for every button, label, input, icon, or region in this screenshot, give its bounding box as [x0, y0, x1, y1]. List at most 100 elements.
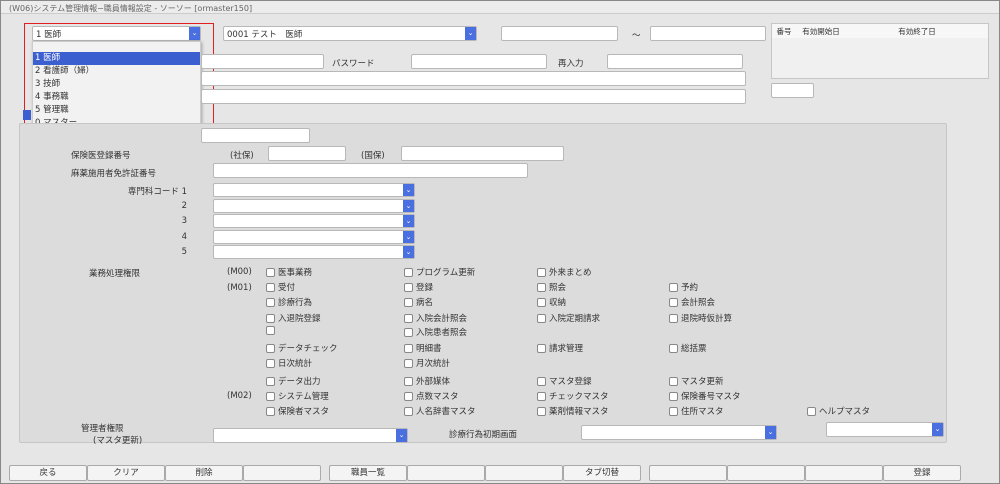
password-label: パスワード — [332, 59, 375, 69]
permission-checkbox[interactable]: 診療行為 — [266, 296, 312, 308]
window-title: (W06)システム管理情報−職員情報設定 - ソーソー [ormaster150… — [1, 1, 999, 14]
checkbox-box — [537, 297, 546, 307]
permission-checkbox[interactable]: 月次統計 — [404, 357, 450, 369]
number-input[interactable] — [771, 83, 814, 98]
checkbox-box — [404, 376, 413, 386]
permission-checkbox[interactable]: 外来まとめ — [537, 266, 592, 278]
kana-name-input[interactable] — [201, 89, 746, 104]
permission-checkbox[interactable]: 保険者マスタ — [266, 405, 329, 417]
checkbox-label: プログラム更新 — [416, 268, 476, 278]
permission-checkbox[interactable]: 点数マスタ — [404, 390, 459, 402]
checkbox-box — [669, 406, 678, 416]
permission-checkbox[interactable]: マスタ登録 — [537, 375, 592, 387]
permission-checkbox[interactable]: 入院患者照会 — [404, 326, 467, 338]
permission-checkbox[interactable]: 入院定期請求 — [537, 312, 600, 324]
period-start-input[interactable] — [501, 26, 618, 41]
permission-checkbox[interactable]: 日次統計 — [266, 357, 312, 369]
tab-handle[interactable] — [23, 110, 31, 120]
permission-checkbox[interactable]: 薬剤情報マスタ — [537, 405, 609, 417]
specialty-select-2[interactable]: ⌄ — [213, 199, 415, 213]
password-reenter-input[interactable] — [607, 54, 743, 69]
checkbox-box — [669, 282, 678, 292]
permission-checkbox[interactable]: 病名 — [404, 296, 433, 308]
period-table: 番号 有効開始日 有効終了日 — [771, 23, 989, 79]
shaho-input[interactable] — [268, 146, 346, 161]
permission-checkbox[interactable]: 人名辞書マスタ — [404, 405, 476, 417]
login-id-input[interactable] — [201, 54, 324, 69]
function-button-12[interactable]: 登録 — [883, 465, 961, 481]
checkbox-box — [669, 297, 678, 307]
function-button-4[interactable] — [243, 465, 321, 481]
permission-checkbox[interactable]: システム管理 — [266, 390, 329, 402]
permission-checkbox[interactable]: 予約 — [669, 281, 698, 293]
checkbox-label: データ出力 — [278, 377, 321, 387]
permission-checkbox[interactable]: 照会 — [537, 281, 566, 293]
admin-auth-label: 管理者権限 — [81, 424, 124, 434]
checkbox-label: 人名辞書マスタ — [416, 407, 476, 417]
admin-auth-sub-label: (マスタ更新) — [93, 436, 143, 446]
name-input[interactable] — [201, 71, 746, 86]
checkbox-label: マスタ登録 — [549, 377, 592, 387]
permission-checkbox[interactable]: 入退院登録 — [266, 312, 321, 324]
checkbox-label: 外部媒体 — [416, 377, 451, 387]
checkbox-box — [404, 406, 413, 416]
permission-checkbox[interactable]: ヘルプマスタ — [807, 405, 870, 417]
permission-checkbox[interactable]: 住所マスタ — [669, 405, 724, 417]
permission-checkbox[interactable]: 保険番号マスタ — [669, 390, 741, 402]
permission-checkbox[interactable]: 外部媒体 — [404, 375, 450, 387]
specialty-select-5[interactable]: ⌄ — [213, 245, 415, 259]
checkbox-label: 入院定期請求 — [549, 314, 601, 324]
code-input[interactable] — [201, 128, 310, 143]
permission-checkbox[interactable]: データ出力 — [266, 375, 321, 387]
function-button-5[interactable]: 職員一覧 — [329, 465, 407, 481]
permission-checkbox[interactable]: 収納 — [537, 296, 566, 308]
checkbox-box — [266, 358, 275, 368]
permission-checkbox[interactable]: 退院時仮計算 — [669, 312, 732, 324]
function-button-6[interactable] — [407, 465, 485, 481]
group-m02: (M02) — [227, 391, 252, 401]
checkbox-label: 外来まとめ — [549, 268, 592, 278]
function-button-3[interactable]: 削除 — [165, 465, 243, 481]
specialty-select-3[interactable]: ⌄ — [213, 214, 415, 228]
admin-auth-select[interactable]: ⌄ — [213, 428, 408, 443]
permission-checkbox[interactable]: 受付 — [266, 281, 295, 293]
permission-checkbox[interactable]: 請求管理 — [537, 342, 583, 354]
function-button-8[interactable]: タブ切替 — [563, 465, 641, 481]
checkbox-box — [537, 267, 546, 277]
permission-checkbox[interactable]: 入院会計照会 — [404, 312, 467, 324]
kokuho-input[interactable] — [401, 146, 564, 161]
kokuho-label: (国保) — [361, 151, 385, 161]
function-button-10[interactable] — [727, 465, 805, 481]
permission-checkbox[interactable]: データチェック — [266, 342, 338, 354]
password-input[interactable] — [411, 54, 547, 69]
permission-checkbox[interactable]: 医事業務 — [266, 266, 312, 278]
checkbox-box — [404, 297, 413, 307]
narcotic-license-input[interactable] — [213, 163, 528, 178]
permission-checkbox[interactable]: 明細書 — [404, 342, 442, 354]
permission-checkbox[interactable]: 登録 — [404, 281, 433, 293]
initial-screen-select[interactable]: ⌄ — [581, 425, 777, 440]
checkbox-label: 医事業務 — [278, 268, 313, 278]
narcotic-license-label: 麻薬施用者免許証番号 — [71, 169, 157, 179]
permission-checkbox[interactable]: 総括票 — [669, 342, 707, 354]
permission-checkbox[interactable] — [266, 326, 278, 335]
checkbox-label: 入院患者照会 — [416, 328, 468, 338]
period-end-input[interactable] — [650, 26, 766, 41]
extra-select[interactable]: ⌄ — [826, 422, 944, 437]
permission-checkbox[interactable]: マスタ更新 — [669, 375, 724, 387]
checkbox-label: 登録 — [416, 283, 434, 293]
function-button-11[interactable] — [805, 465, 883, 481]
permission-checkbox[interactable]: プログラム更新 — [404, 266, 475, 278]
function-button-7[interactable] — [485, 465, 563, 481]
specialty-select-4[interactable]: ⌄ — [213, 230, 415, 244]
function-button-2[interactable]: クリア — [87, 465, 165, 481]
staff-select[interactable]: 0001 テスト 医師 ⌄ — [223, 26, 477, 41]
col-header: 番号 — [776, 26, 792, 36]
permission-checkbox[interactable]: 会計照会 — [669, 296, 715, 308]
function-button-1[interactable]: 戻る — [9, 465, 87, 481]
function-button-9[interactable] — [649, 465, 727, 481]
specialty-select-1[interactable]: ⌄ — [213, 183, 415, 197]
permission-checkbox[interactable]: チェックマスタ — [537, 390, 609, 402]
checkbox-label: ヘルプマスタ — [819, 407, 871, 417]
checkbox-box — [537, 391, 546, 401]
